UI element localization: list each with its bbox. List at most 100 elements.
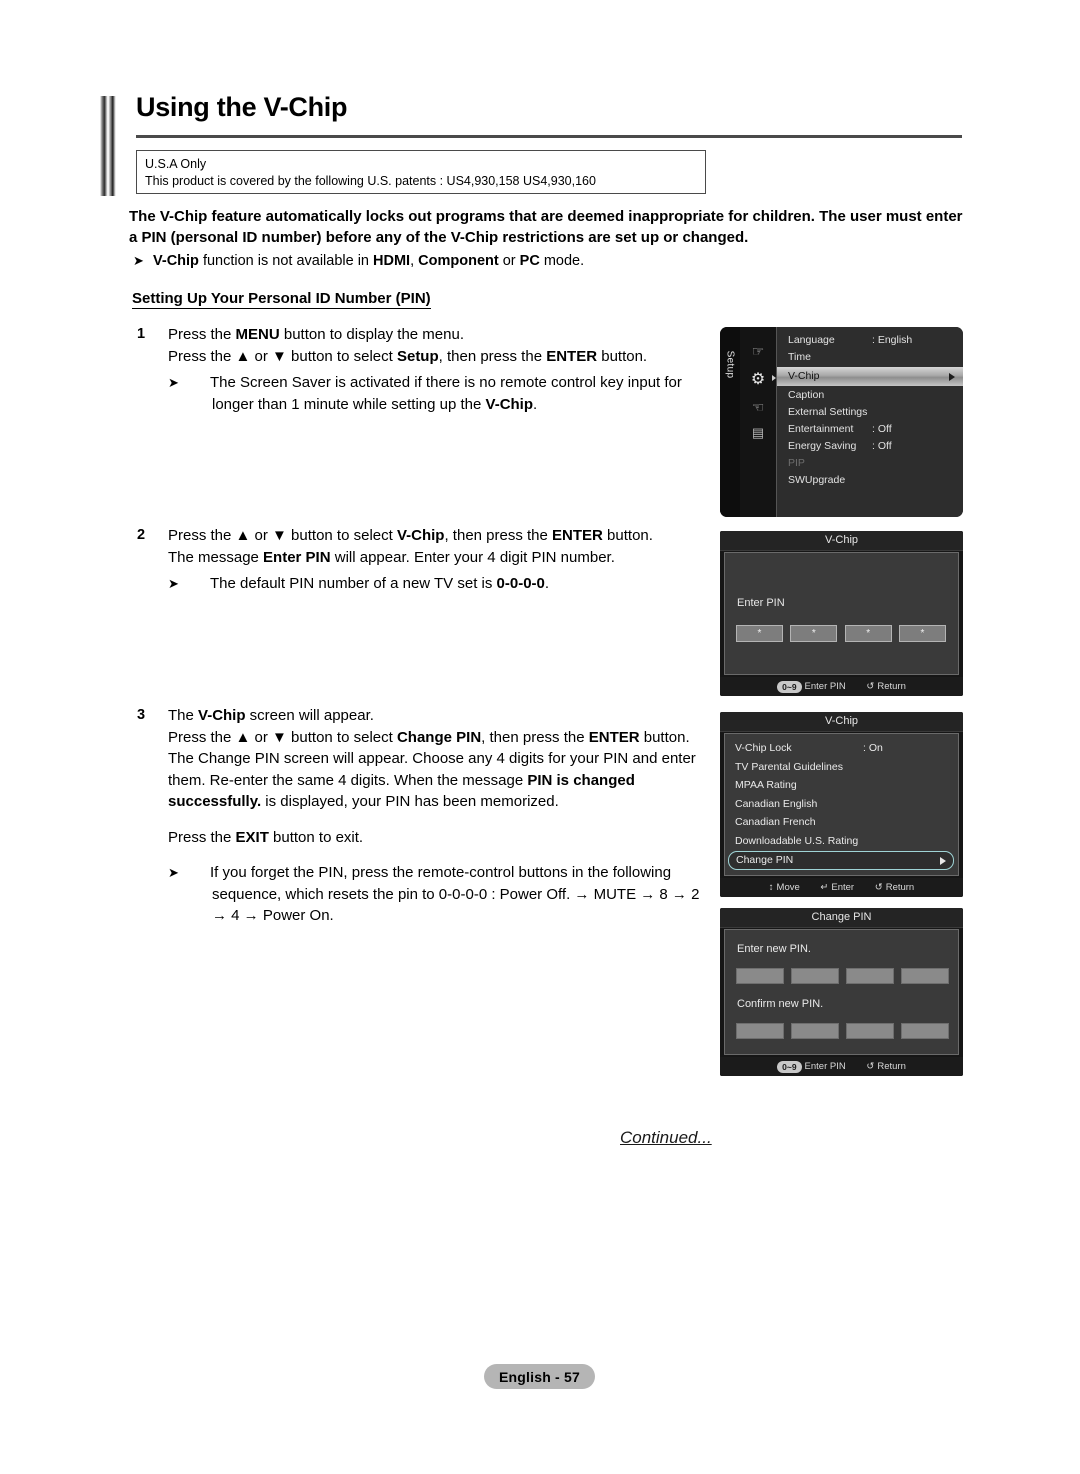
osd-change-pin-label-new: Enter new PIN. — [737, 943, 811, 955]
osd-setup-row-language[interactable]: Language : English — [777, 332, 963, 349]
footer-move-label: Move — [776, 882, 800, 894]
step-2-l2a: The message — [168, 548, 264, 566]
osd-vchip-row-canadian-french-label: Canadian French — [735, 816, 816, 828]
osd-enter-pin-label: Enter PIN — [737, 597, 785, 609]
osd-setup-side-label: Setup — [724, 350, 736, 379]
step-2-note-c: . — [544, 575, 550, 592]
note-hdmi-t4: mode. — [539, 253, 585, 269]
osd-setup-row-swupgrade[interactable]: SWUpgrade — [777, 472, 963, 489]
step-3-body: The V-Chip screen will appear. Press the… — [168, 705, 717, 927]
osd-change-pin-title: Change PIN — [720, 908, 963, 928]
step-3-l2c: , then press the — [481, 728, 589, 746]
osd-vchip-row-change-pin-label: Change PIN — [736, 854, 794, 866]
osd-vchip-row-canadian-english[interactable]: Canadian English — [725, 795, 958, 814]
enter-key-icon: ↵ — [820, 882, 829, 893]
step-1-l1b: MENU — [235, 326, 280, 343]
note-hdmi-t3: or — [498, 253, 520, 269]
pin-digit-box[interactable] — [846, 968, 894, 984]
step-3-note: ➤ If you forget the PIN, press the remote… — [168, 862, 717, 927]
hand-icon: ☞ — [751, 343, 765, 359]
step-1-l2c: , then press the — [438, 347, 547, 365]
osd-setup-row-entertainment-value: : Off — [872, 423, 892, 435]
step-3-l2b: Change PIN — [396, 728, 482, 746]
footer-return-label: Return — [885, 882, 915, 894]
card-icon: ▤ — [751, 425, 765, 440]
bullet-arrow-icon: ➤ — [168, 865, 179, 880]
note-hdmi-b4: PC — [519, 253, 540, 269]
up-down-arrow-icon: ↕ — [768, 882, 774, 893]
osd-setup-row-vchip[interactable]: V-Chip — [777, 367, 963, 386]
bullet-arrow-icon: ➤ — [133, 253, 144, 268]
osd-setup-list: Language : English Time V-Chip Caption E… — [777, 327, 963, 517]
osd-setup-row-energy-saving[interactable]: Energy Saving : Off — [777, 438, 963, 455]
section-subheading: Setting Up Your Personal ID Number (PIN) — [132, 290, 431, 309]
footer-enter-pin-hint: 0~9 Enter PIN — [777, 1057, 846, 1076]
pin-digit-box[interactable]: * — [790, 625, 838, 642]
osd-vchip-row-lock-value: : On — [863, 742, 883, 754]
osd-vchip-dialog: V-Chip V-Chip Lock : On TV Parental Guid… — [720, 712, 963, 897]
step-2-l1d: ENTER — [552, 527, 603, 544]
step-3-line-1: The V-Chip screen will appear. — [168, 705, 717, 727]
step-2-l1a: Press the ▲ or ▼ button to select — [168, 527, 397, 544]
osd-setup-side-rail: Setup — [720, 327, 740, 517]
osd-vchip-row-change-pin[interactable]: Change PIN — [728, 851, 954, 870]
chevron-right-icon — [772, 375, 776, 381]
osd-vchip-row-mpaa-rating[interactable]: MPAA Rating — [725, 776, 958, 795]
osd-setup-row-caption[interactable]: Caption — [777, 387, 963, 404]
step-3-l1a: The — [168, 707, 199, 724]
note-hdmi-b1: V-Chip — [153, 253, 199, 269]
note-hdmi-t2: , — [410, 253, 419, 269]
page-number-badge: English - 57 — [484, 1364, 595, 1389]
osd-enter-pin-box-group: * * * * — [736, 625, 946, 642]
step-2: 2 Press the ▲ or ▼ button to select V-Ch… — [137, 525, 717, 595]
pin-digit-box[interactable] — [791, 968, 839, 984]
step-3-line-2: Press the ▲ or ▼ button to select Change… — [168, 727, 717, 749]
step-3-l1b: V-Chip — [198, 707, 246, 724]
pin-digit-box[interactable]: * — [844, 625, 892, 642]
footer-move-hint: ↕ Move — [769, 878, 800, 897]
step-2-l1b: V-Chip — [396, 527, 445, 544]
return-arrow-icon: ↺ — [866, 681, 875, 692]
note-hdmi-b2: HDMI — [373, 253, 411, 269]
step-1-l2e: button. — [597, 347, 648, 365]
return-arrow-icon: ↺ — [874, 882, 883, 893]
key-pill-0-9: 0~9 — [777, 1060, 802, 1073]
step-1: 1 Press the MENU button to display the m… — [137, 324, 717, 415]
gear-icon: ⚙ — [750, 371, 766, 388]
footer-return-label: Return — [877, 681, 906, 693]
osd-vchip-body: V-Chip Lock : On TV Parental Guidelines … — [724, 733, 959, 876]
step-2-l1c: , then press the — [444, 527, 553, 544]
footer-enter-label: Enter — [831, 882, 855, 894]
pin-digit-box[interactable] — [901, 1023, 949, 1039]
step-1-number: 1 — [137, 326, 146, 342]
step-2-l2b: Enter PIN — [263, 548, 331, 566]
pin-digit-box[interactable] — [736, 1023, 784, 1039]
step-2-line-1: Press the ▲ or ▼ button to select V-Chip… — [168, 525, 717, 547]
osd-enter-pin-footer: 0~9 Enter PIN ↺ Return — [720, 677, 963, 696]
pin-digit-box[interactable] — [791, 1023, 839, 1039]
step-3-l4a: Press the — [168, 828, 236, 846]
osd-setup-row-external-settings[interactable]: External Settings — [777, 404, 963, 421]
step-1-line-2: Press the ▲ or ▼ button to select Setup,… — [168, 346, 717, 368]
bullet-arrow-icon: ➤ — [168, 576, 179, 591]
osd-vchip-row-tv-parental-guidelines[interactable]: TV Parental Guidelines — [725, 758, 958, 777]
osd-enter-pin-title: V-Chip — [720, 531, 963, 551]
osd-enter-pin-body: Enter PIN * * * * — [724, 552, 959, 675]
pin-digit-box[interactable]: * — [898, 625, 946, 642]
footer-return-hint: ↺ Return — [866, 1057, 905, 1076]
pin-digit-box[interactable] — [846, 1023, 894, 1039]
pin-digit-box[interactable]: * — [736, 625, 783, 642]
step-3-line-4: Press the EXIT button to exit. — [168, 827, 717, 849]
osd-vchip-row-canadian-french[interactable]: Canadian French — [725, 813, 958, 832]
step-1-line-1: Press the MENU button to display the men… — [168, 324, 717, 346]
bullet-arrow-icon: ➤ — [168, 375, 179, 390]
pin-digit-box[interactable] — [736, 968, 784, 984]
osd-setup-row-entertainment[interactable]: Entertainment : Off — [777, 421, 963, 438]
osd-setup-row-caption-label: Caption — [788, 389, 825, 401]
step-3-l2e: button. — [639, 728, 690, 746]
step-2-note: ➤ The default PIN number of a new TV set … — [168, 573, 717, 595]
osd-vchip-row-downloadable-us-rating[interactable]: Downloadable U.S. Rating — [725, 832, 958, 851]
osd-setup-row-time[interactable]: Time — [777, 349, 963, 366]
osd-vchip-row-lock[interactable]: V-Chip Lock : On — [725, 739, 958, 758]
pin-digit-box[interactable] — [901, 968, 949, 984]
